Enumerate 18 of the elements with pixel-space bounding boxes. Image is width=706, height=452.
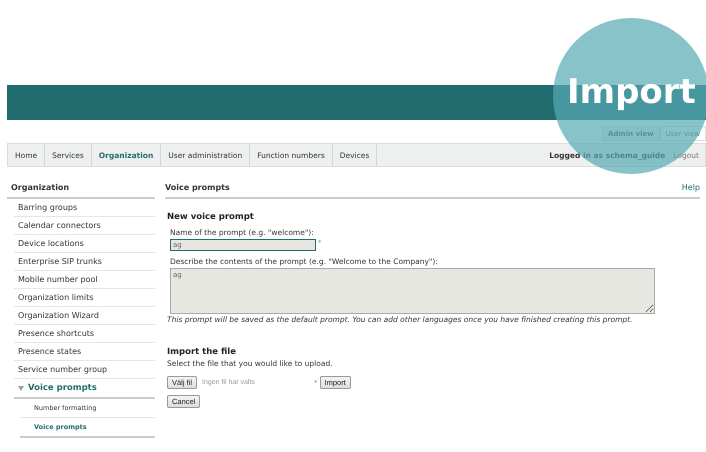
- help-link[interactable]: Help: [682, 183, 700, 192]
- sidebar-item[interactable]: Organization limits: [14, 289, 155, 307]
- sidebar-item[interactable]: Service number group: [14, 361, 155, 379]
- section-heading: Import the file: [167, 347, 237, 357]
- sidebar-item[interactable]: Barring groups: [14, 199, 155, 217]
- sidebar-item[interactable]: Presence shortcuts: [14, 325, 155, 343]
- sidebar-item[interactable]: Device locations: [14, 235, 155, 253]
- sidebar-item-label: Voice prompts: [28, 383, 97, 393]
- callout-title: Import: [567, 72, 696, 112]
- section-heading: New voice prompt: [167, 212, 255, 222]
- sidebar-heading: Organization: [7, 181, 155, 199]
- expand-triangle-icon[interactable]: [18, 386, 24, 390]
- page-title: Voice prompts: [165, 183, 230, 192]
- sidebar-item[interactable]: Calendar connectors: [14, 217, 155, 235]
- sidebar-item[interactable]: Mobile number pool: [14, 271, 155, 289]
- sidebar-item[interactable]: Presence states: [14, 343, 155, 361]
- sidebar-item[interactable]: Enterprise SIP trunks: [14, 253, 155, 271]
- sidebar-item[interactable]: Organization Wizard: [14, 307, 155, 325]
